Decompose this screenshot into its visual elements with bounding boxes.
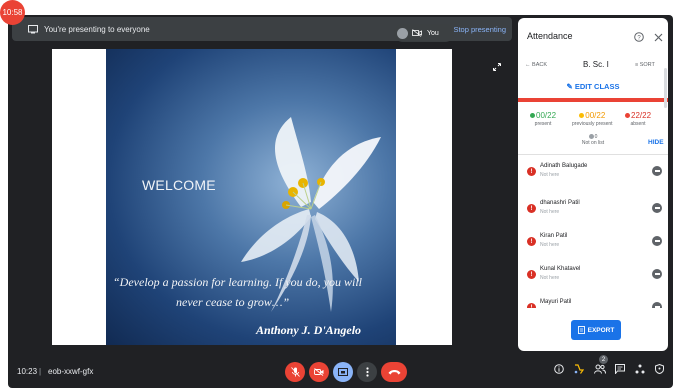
hang-up-icon <box>388 370 400 375</box>
alert-icon: ! <box>527 303 536 308</box>
chat-button[interactable] <box>615 364 625 374</box>
student-status: Not here <box>540 242 560 248</box>
not-on-list-label: Not on list <box>581 140 605 146</box>
export-label: EXPORT <box>587 326 615 334</box>
camera-off-icon <box>412 29 422 37</box>
student-status: Not here <box>540 209 560 215</box>
previously-present-count: 00/22 <box>585 111 606 120</box>
lily-flower-image <box>241 117 381 312</box>
alert-icon: ! <box>527 167 536 176</box>
attendance-extension-button[interactable] <box>574 364 584 374</box>
student-status: Not here <box>540 172 560 178</box>
download-icon <box>577 326 585 334</box>
present-dot <box>530 113 535 119</box>
pencil-icon: ✎ <box>566 82 575 91</box>
screen-share-icon <box>28 24 38 34</box>
slide-quote-line2: never cease to grow…” <box>176 295 290 309</box>
camera-toggle-button[interactable] <box>309 362 329 382</box>
present-label: present <box>534 121 552 127</box>
meeting-code: eob-xxwf-gfx <box>48 367 94 376</box>
attendance-panel: Attendance ? ← BACK B. Sc. I ≡ SORT ✎ ED… <box>518 18 668 351</box>
separator: | <box>39 367 42 376</box>
info-icon <box>554 364 564 374</box>
close-icon[interactable] <box>654 29 663 47</box>
panel-title: Attendance <box>527 31 573 41</box>
remove-icon[interactable] <box>652 166 662 176</box>
student-row[interactable]: ! Kiran Patil Not here <box>518 228 668 262</box>
more-icon <box>365 367 369 377</box>
meeting-control-bar: 10:23 | eob-xxwf-gfx 2 <box>8 355 673 388</box>
people-icon <box>594 364 606 374</box>
more-options-button[interactable] <box>357 362 377 382</box>
slide-quote-line1: “Develop a passion for learning. If you … <box>113 275 362 289</box>
attendance-icon <box>574 364 584 374</box>
edit-class-button[interactable]: ✎ EDIT CLASS <box>518 82 668 91</box>
recording-timer: 10:58 <box>0 0 25 25</box>
previously-present-dot <box>579 113 585 119</box>
presentation-stage: WELCOME “Develop a passion for learning.… <box>52 49 452 345</box>
alert-icon: ! <box>527 270 536 279</box>
absent-count: 22/22 <box>631 111 652 120</box>
student-name: dhanashri Patil <box>540 200 580 206</box>
stat-present: 00/22 present <box>530 111 556 127</box>
self-view-label: You <box>427 29 439 37</box>
alert-icon: ! <box>527 237 536 246</box>
stat-previously-present: 00/22 previously present <box>572 111 613 127</box>
back-button[interactable]: ← BACK <box>525 62 547 68</box>
student-row[interactable]: ! dhanashri Patil Not here <box>518 195 668 229</box>
status-bar <box>518 98 668 102</box>
previously-present-label: previously present <box>572 121 613 127</box>
class-name: B. Sc. I <box>583 60 609 69</box>
edit-class-label: EDIT CLASS <box>574 82 620 91</box>
leave-call-button[interactable] <box>381 362 407 382</box>
mic-toggle-button[interactable] <box>285 362 305 382</box>
export-button[interactable]: EXPORT <box>571 320 621 340</box>
participant-count-badge: 2 <box>599 355 608 364</box>
alert-icon: ! <box>527 204 536 213</box>
slide-author: Anthony J. D'Angelo <box>256 323 362 337</box>
expand-icon[interactable] <box>493 58 501 76</box>
self-view-tile[interactable]: You <box>394 24 454 42</box>
clock: 10:23 <box>17 367 38 376</box>
student-row[interactable]: ! Adinath Balugade Not here <box>518 158 668 192</box>
slide: WELCOME “Develop a passion for learning.… <box>106 49 396 345</box>
avatar <box>397 27 408 39</box>
remove-icon[interactable] <box>652 302 662 308</box>
mic-off-icon <box>290 367 300 377</box>
present-count: 00/22 <box>536 111 557 120</box>
student-name: Kiran Patil <box>540 233 568 239</box>
panel-scrollbar[interactable] <box>664 68 667 108</box>
student-row[interactable]: ! Kunal Khatavel Not here <box>518 261 668 295</box>
camera-off-icon <box>314 368 324 376</box>
remove-icon[interactable] <box>652 236 662 246</box>
activities-button[interactable] <box>635 364 645 374</box>
remove-icon[interactable] <box>652 203 662 213</box>
stop-presenting-button[interactable]: Stop presenting <box>453 25 506 34</box>
present-icon <box>338 367 348 376</box>
activities-icon <box>635 364 645 374</box>
remove-icon[interactable] <box>652 269 662 279</box>
slide-welcome-text: WELCOME <box>142 177 216 193</box>
absent-dot <box>625 113 630 119</box>
chat-icon <box>615 364 625 374</box>
not-on-list: 0 Not on list <box>518 134 668 146</box>
present-button[interactable] <box>333 362 353 382</box>
sort-button[interactable]: ≡ SORT <box>635 62 655 68</box>
student-name: Kunal Khatavel <box>540 266 581 272</box>
stat-absent: 22/22 absent <box>625 111 651 127</box>
hide-button[interactable]: HIDE <box>648 139 664 146</box>
presenting-message: You're presenting to everyone <box>44 24 150 34</box>
host-controls-button[interactable] <box>655 364 664 374</box>
help-icon[interactable]: ? <box>634 29 644 47</box>
not-on-list-dot <box>588 134 594 140</box>
shield-icon <box>655 364 664 374</box>
meeting-details-button[interactable] <box>554 364 564 374</box>
student-name: Adinath Balugade <box>540 163 588 169</box>
divider <box>518 154 668 155</box>
student-name: Mayuri Patil <box>540 299 572 305</box>
student-status: Not here <box>540 275 560 281</box>
student-row[interactable]: ! Mayuri Patil <box>518 294 668 308</box>
absent-label: absent <box>630 121 646 127</box>
people-button[interactable] <box>594 364 606 374</box>
